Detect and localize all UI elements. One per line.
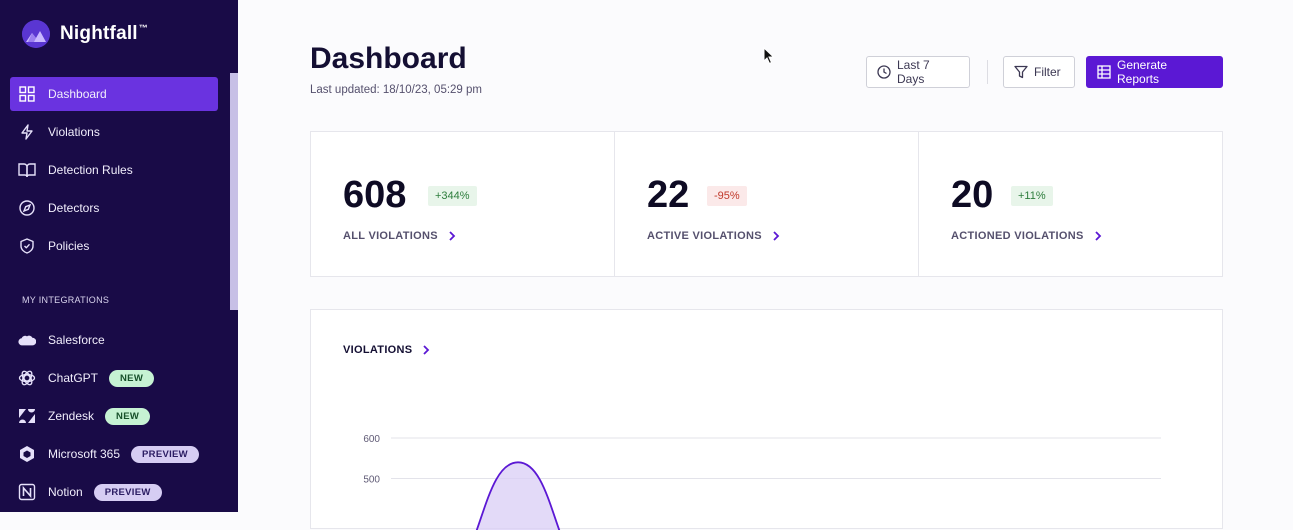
actioned-violations-link[interactable]: ACTIONED VIOLATIONS <box>951 230 1102 242</box>
integration-chatgpt[interactable]: ChatGPT NEW <box>10 359 218 397</box>
new-badge: NEW <box>105 407 151 425</box>
sidebar: Nightfall™ Dashboard Violations Detectio… <box>0 0 238 512</box>
page-title: Dashboard <box>310 42 467 75</box>
book-icon <box>18 161 36 179</box>
integration-label: Zendesk <box>48 409 95 423</box>
last-updated: Last updated: 18/10/23, 05:29 pm <box>310 84 482 96</box>
notion-icon <box>18 483 36 501</box>
integration-notion[interactable]: Notion PREVIEW <box>10 473 218 511</box>
integration-zendesk[interactable]: Zendesk NEW <box>10 397 218 435</box>
nav-label: Dashboard <box>48 87 107 101</box>
active-violations-link[interactable]: ACTIVE VIOLATIONS <box>647 230 780 242</box>
stat-value: 20 <box>951 174 994 216</box>
table-grid-icon <box>1097 65 1111 79</box>
preview-badge: PREVIEW <box>131 445 199 463</box>
preview-badge: PREVIEW <box>93 483 162 501</box>
delta-badge: +344% <box>428 186 477 206</box>
nav-item-dashboard[interactable]: Dashboard <box>10 77 218 111</box>
stat-active-violations: 22 -95% ACTIVE VIOLATIONS <box>615 132 919 276</box>
violations-chart-card: VIOLATIONS 600 500 <box>310 309 1223 530</box>
compass-icon <box>18 199 36 217</box>
clock-icon <box>877 65 891 79</box>
chevron-right-icon <box>772 231 780 241</box>
nav-item-violations[interactable]: Violations <box>10 115 218 149</box>
sidebar-scrollbar[interactable] <box>230 73 238 310</box>
integration-microsoft-365[interactable]: Microsoft 365 PREVIEW <box>10 435 218 473</box>
nav-item-detection-rules[interactable]: Detection Rules <box>10 153 218 187</box>
delta-badge: -95% <box>707 186 747 206</box>
toolbar-divider <box>987 60 988 84</box>
stat-label: ALL VIOLATIONS <box>343 230 438 242</box>
integrations-section-title: MY INTEGRATIONS <box>22 295 110 305</box>
nav-label: Policies <box>48 239 90 253</box>
brand[interactable]: Nightfall™ <box>22 20 148 48</box>
filter-label: Filter <box>1034 65 1061 79</box>
stat-actioned-violations: 20 +11% ACTIONED VIOLATIONS <box>919 132 1222 276</box>
all-violations-link[interactable]: ALL VIOLATIONS <box>343 230 456 242</box>
stat-value: 22 <box>647 174 690 216</box>
filter-icon <box>1014 65 1028 79</box>
chevron-right-icon <box>1094 231 1102 241</box>
lightning-icon <box>18 123 36 141</box>
date-range-button[interactable]: Last 7 Days <box>866 56 970 88</box>
chevron-right-icon <box>448 231 456 241</box>
violations-area-series <box>475 461 561 530</box>
stat-label: ACTIONED VIOLATIONS <box>951 230 1084 242</box>
mouse-cursor-icon <box>763 46 775 70</box>
violations-chart: 600 500 <box>363 434 1161 530</box>
zendesk-icon <box>18 407 36 425</box>
microsoft-365-icon <box>18 445 36 463</box>
brand-name: Nightfall™ <box>60 23 148 44</box>
stats-panel: 608 +344% ALL VIOLATIONS 22 -95% ACTIVE … <box>310 131 1223 277</box>
integration-label: Notion <box>48 485 83 499</box>
main-content: Dashboard Last updated: 18/10/23, 05:29 … <box>238 0 1293 530</box>
stat-all-violations: 608 +344% ALL VIOLATIONS <box>311 132 615 276</box>
filter-button[interactable]: Filter <box>1003 56 1075 88</box>
integrations-list: Salesforce ChatGPT NEW Zendesk NEW Micro… <box>10 321 218 511</box>
salesforce-cloud-icon <box>18 331 36 349</box>
nav-label: Detection Rules <box>48 163 133 177</box>
integration-label: ChatGPT <box>48 371 99 385</box>
nav-label: Violations <box>48 125 100 139</box>
delta-badge: +11% <box>1011 186 1053 206</box>
nav-item-policies[interactable]: Policies <box>10 229 218 263</box>
shield-icon <box>18 237 36 255</box>
integration-salesforce[interactable]: Salesforce <box>10 321 218 359</box>
chatgpt-icon <box>18 369 36 387</box>
y-tick-label: 500 <box>363 475 380 486</box>
y-tick-label: 600 <box>363 434 380 445</box>
integration-label: Salesforce <box>48 333 105 347</box>
integration-label: Microsoft 365 <box>48 447 121 461</box>
dashboard-grid-icon <box>18 85 36 103</box>
generate-reports-button[interactable]: Generate Reports <box>1086 56 1223 88</box>
nightfall-logo-icon <box>22 20 50 48</box>
generate-reports-label: Generate Reports <box>1117 58 1168 86</box>
main-nav: Dashboard Violations Detection Rules Det… <box>10 77 218 267</box>
nav-label: Detectors <box>48 201 100 215</box>
date-range-label: Last 7 Days <box>897 58 930 86</box>
new-badge: NEW <box>109 369 155 387</box>
stat-value: 608 <box>343 174 407 216</box>
nav-item-detectors[interactable]: Detectors <box>10 191 218 225</box>
stat-label: ACTIVE VIOLATIONS <box>647 230 762 242</box>
